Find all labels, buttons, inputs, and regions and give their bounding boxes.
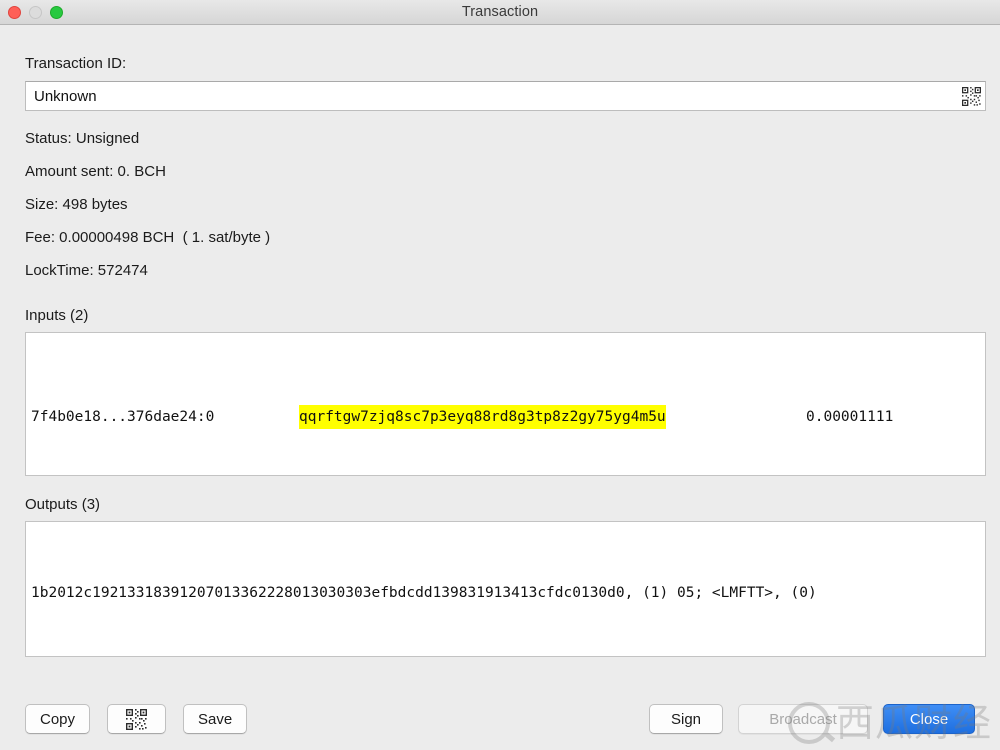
show-qr-code-button[interactable] [107, 704, 167, 734]
inputs-label: Inputs (2) [25, 307, 89, 324]
broadcast-button: Broadcast [738, 704, 868, 734]
footer-right-buttons: Sign Broadcast Close [649, 704, 975, 734]
minimize-window-button[interactable] [29, 5, 42, 19]
footer-left-buttons: Copy Save [25, 704, 248, 734]
fee-line: Fee: 0.00000498 BCH ( 1. sat/byte ) [25, 229, 271, 246]
titlebar: Transaction [0, 0, 1000, 25]
output-raw-script-line: 1b2012c19213318391207013362228013030303e… [31, 585, 817, 601]
close-button[interactable]: Close [883, 704, 975, 734]
output-scrolled-row: 1b2012c19213318391207013362228013030303e… [31, 581, 985, 605]
input-row[interactable]: 7f4b0e18...376dae24:0 qqrftgw7zjq8sc7p3e… [31, 405, 985, 429]
window-content: Transaction ID: Unknown Status: Unsigned… [0, 25, 1000, 688]
outputs-rows: 1b2012c19213318391207013362228013030303e… [26, 522, 985, 656]
outputs-listbox[interactable]: 1b2012c19213318391207013362228013030303e… [25, 521, 986, 657]
qr-code-icon[interactable] [957, 82, 985, 110]
transaction-id-field[interactable]: Unknown [25, 81, 986, 111]
zoom-window-button[interactable] [50, 5, 63, 19]
size-line: Size: 498 bytes [25, 196, 128, 213]
input-outpoint: 7f4b0e18...376dae24:0 [31, 409, 215, 425]
outputs-label: Outputs (3) [25, 496, 101, 513]
inputs-rows: 7f4b0e18...376dae24:0 qqrftgw7zjq8sc7p3e… [26, 333, 985, 475]
copy-button[interactable]: Copy [25, 704, 91, 734]
footer-button-bar: Copy Save Sign Broadcast Close 西瓜财经 [0, 688, 1000, 750]
transaction-details: Status: Unsigned Amount sent: 0. BCH Siz… [14, 122, 986, 287]
inputs-listbox[interactable]: 7f4b0e18...376dae24:0 qqrftgw7zjq8sc7p3e… [25, 332, 986, 476]
amount-sent-line: Amount sent: 0. BCH [25, 163, 166, 180]
traffic-lights [8, 0, 63, 24]
transaction-id-label: Transaction ID: [25, 55, 127, 72]
sign-button[interactable]: Sign [649, 704, 723, 734]
input-address: qqrftgw7zjq8sc7p3eyq88rd8g3tp8z2gy75yg4m… [299, 405, 666, 429]
save-button[interactable]: Save [183, 704, 248, 734]
transaction-window: Transaction Transaction ID: Unknown Stat… [0, 0, 1000, 750]
window-title: Transaction [461, 4, 539, 20]
locktime-line: LockTime: 572474 [25, 262, 148, 279]
transaction-id-value: Unknown [34, 87, 97, 105]
close-window-button[interactable] [8, 5, 21, 19]
input-amount: 0.00001111 [806, 409, 894, 425]
status-line: Status: Unsigned [25, 130, 140, 147]
